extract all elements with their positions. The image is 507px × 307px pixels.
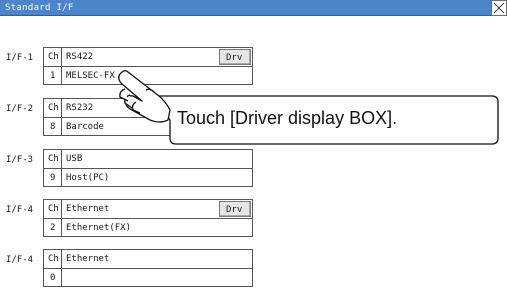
interface-row-if1: I/F-1 Ch RS422 1 MELSEC-FX Drv	[0, 47, 260, 85]
driver-display-box[interactable]: Ch RS422 1 MELSEC-FX Drv	[43, 47, 253, 85]
interface-row-if4: I/F-4 Ch Ethernet 2 Ethernet(FX) Drv	[0, 199, 260, 237]
drv-button[interactable]: Drv	[219, 49, 251, 65]
standard-if-window: Standard I/F I/F-1 Ch RS422 1 MELSEC-FX …	[0, 0, 507, 307]
interface-row-if3: I/F-3 Ch USB 9 Host(PC)	[0, 149, 260, 187]
driver-display-box[interactable]: Ch RS232 8 Barcode	[43, 98, 253, 136]
drv-button-label: Drv	[226, 205, 243, 215]
channel-number: 2	[50, 223, 56, 233]
ch-header: Ch	[48, 154, 59, 164]
driver-display-box[interactable]: Ch Ethernet 2 Ethernet(FX) Drv	[43, 199, 253, 237]
channel-number: 8	[50, 122, 56, 132]
drv-button-label: Drv	[226, 53, 243, 63]
interface-label: I/F-4	[6, 205, 34, 215]
communication-driver-name: USB	[66, 154, 83, 164]
ch-header: Ch	[48, 103, 59, 113]
ch-header: Ch	[48, 52, 59, 62]
connected-device-name: Barcode	[66, 122, 104, 132]
interface-row-if2: I/F-2 Ch RS232 8 Barcode	[0, 98, 260, 136]
interface-row-if4-second: I/F-4 Ch Ethernet 0	[0, 249, 260, 287]
close-x-icon	[493, 2, 505, 14]
connected-device-name: Host(PC)	[66, 173, 110, 183]
channel-number: 0	[50, 273, 56, 283]
channel-number: 1	[50, 71, 56, 81]
ch-header: Ch	[48, 204, 59, 214]
driver-display-box[interactable]: Ch Ethernet 0	[43, 249, 253, 287]
channel-number: 9	[50, 173, 56, 183]
driver-display-box[interactable]: Ch USB 9 Host(PC)	[43, 149, 253, 187]
connected-device-name: Ethernet(FX)	[66, 223, 132, 233]
drv-button[interactable]: Drv	[219, 201, 251, 217]
title-bar: Standard I/F	[0, 0, 507, 16]
communication-driver-name: Ethernet	[66, 254, 110, 264]
window-title: Standard I/F	[5, 3, 74, 13]
interface-label: I/F-3	[6, 155, 34, 165]
connected-device-name: MELSEC-FX	[66, 71, 115, 81]
close-button[interactable]	[491, 0, 507, 16]
interface-label: I/F-2	[6, 104, 34, 114]
communication-driver-name: Ethernet	[66, 204, 110, 214]
communication-driver-name: RS422	[66, 52, 94, 62]
interface-label: I/F-4	[6, 255, 34, 265]
ch-header: Ch	[48, 254, 59, 264]
interface-label: I/F-1	[6, 53, 34, 63]
communication-driver-name: RS232	[66, 103, 94, 113]
